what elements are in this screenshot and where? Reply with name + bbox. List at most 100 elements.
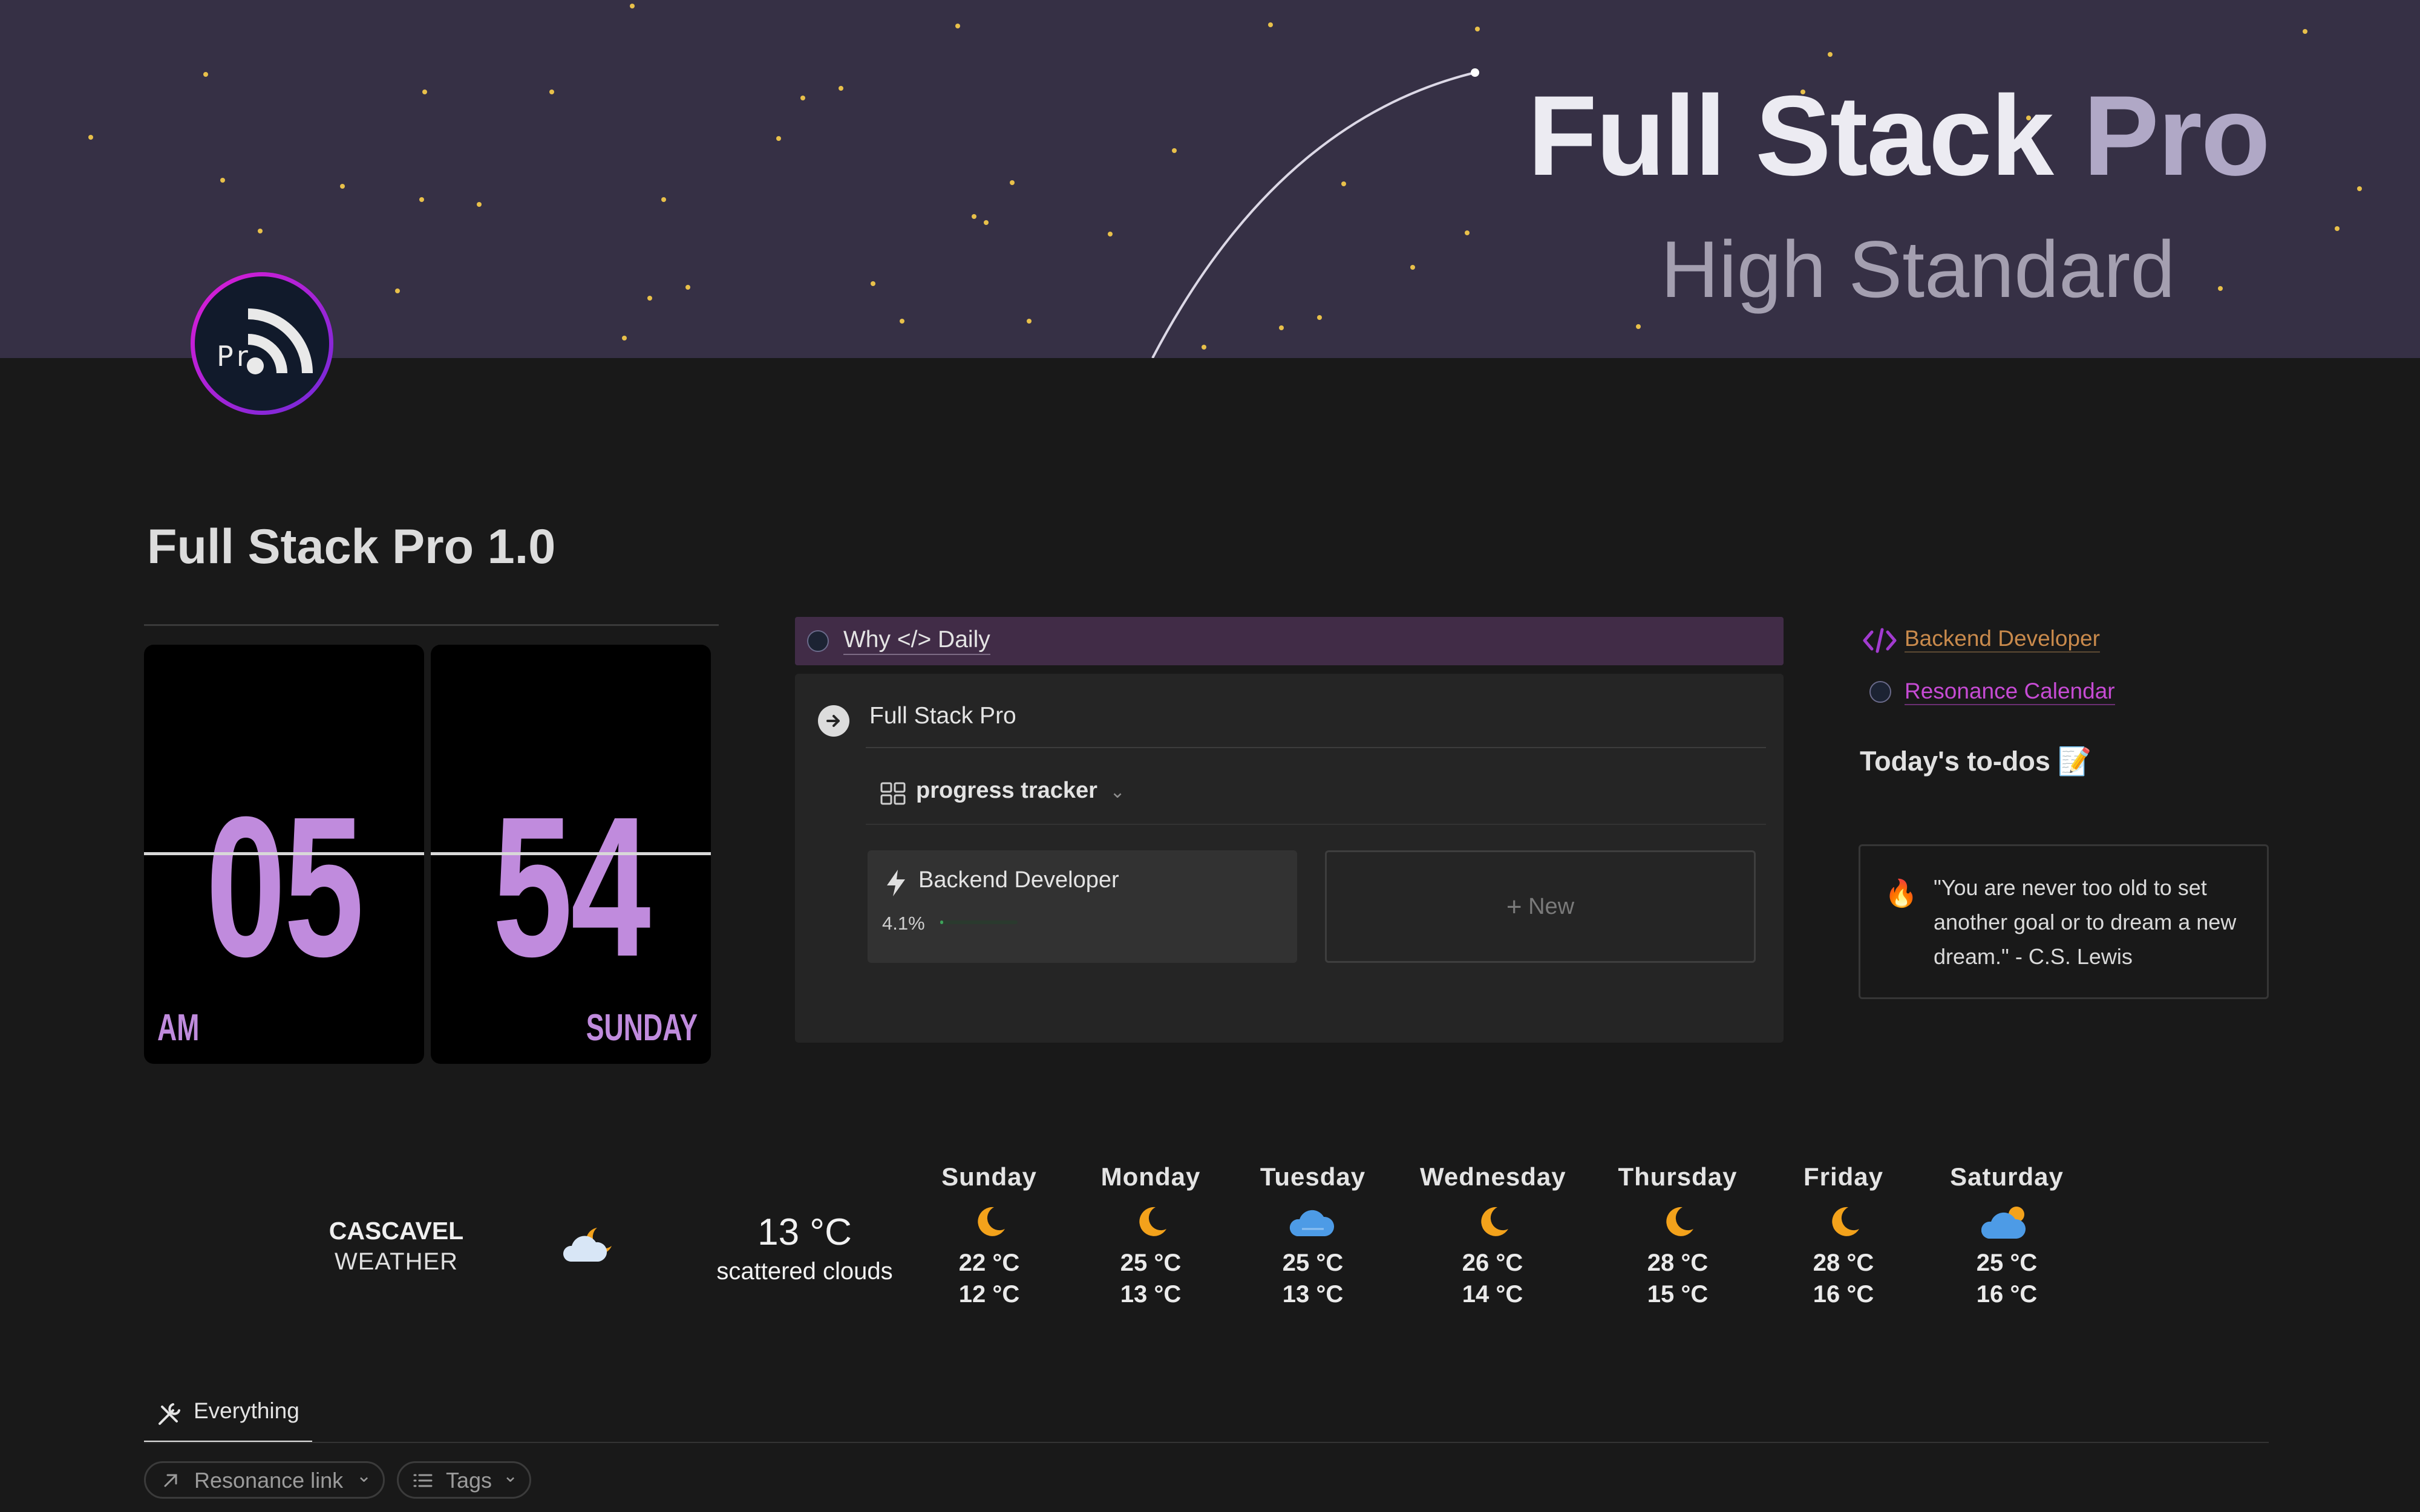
chevron-down-icon: ⌄ — [503, 1466, 518, 1486]
divider — [866, 824, 1766, 825]
database-source-title[interactable]: Full Stack Pro — [869, 703, 1016, 729]
linked-database-panel: Full Stack Pro progress tracker ⌄ Backen… — [795, 674, 1784, 1043]
forecast-day-name: Monday — [1100, 1162, 1201, 1191]
current-conditions: scattered clouds — [716, 1258, 893, 1285]
forecast-high: 22 °C — [958, 1250, 1020, 1276]
clock-meridiem: AM — [157, 1007, 200, 1049]
forecast-day: Saturday 25 °C 16 °C — [1934, 1162, 2079, 1310]
clock-minutes: 54 — [492, 775, 650, 998]
new-card-label: New — [1528, 894, 1575, 919]
quote-text: "You are never too old to set another go… — [1934, 875, 2237, 969]
cloud-icon — [1240, 1191, 1385, 1247]
clock-weekday: SUNDAY — [586, 1007, 698, 1049]
banner-subtitle: High Standard — [1661, 225, 2176, 314]
forecast-low: 16 °C — [1813, 1281, 1874, 1308]
divider — [866, 747, 1766, 748]
forecast-low: 12 °C — [958, 1281, 1020, 1308]
progress-fill — [940, 921, 944, 924]
forecast-day: Monday 25 °C 13 °C — [1078, 1162, 1223, 1310]
progress-bar — [940, 921, 1018, 924]
gallery-card[interactable]: Backend Developer 4.1% — [868, 850, 1297, 963]
filter-label: Tags — [446, 1468, 492, 1493]
quote-callout: 🔥 "You are never too old to set another … — [1859, 844, 2269, 999]
forecast-day: Wednesday 26 °C 14 °C — [1420, 1162, 1566, 1310]
forecast-day-name: Sunday — [941, 1162, 1037, 1191]
forecast-day-name: Friday — [1803, 1162, 1884, 1191]
bolt-icon — [887, 870, 905, 896]
flip-divider — [431, 852, 711, 855]
filter-tags[interactable]: Tags ⌄ — [397, 1461, 531, 1499]
moon-icon — [1420, 1191, 1565, 1247]
current-temperature: 13 °C — [757, 1211, 852, 1253]
tools-icon — [159, 1403, 180, 1425]
moon-icon — [1078, 1191, 1223, 1247]
cloud-moon-icon — [563, 1228, 612, 1262]
divider — [144, 1442, 2269, 1443]
moon-icon — [1771, 1191, 1916, 1247]
moon-icon — [1605, 1191, 1750, 1247]
page-title[interactable]: Full Stack Pro 1.0 — [147, 519, 555, 575]
new-card-button[interactable]: + New — [1325, 850, 1756, 963]
divider — [144, 624, 719, 626]
cover-banner: Full Stack Pro High Standard — [0, 0, 2420, 358]
page-icon-avatar[interactable]: Pr — [191, 272, 333, 415]
why-daily-link[interactable]: Why </> Daily — [795, 617, 1784, 665]
banner-title: Full Stack Pro — [1528, 79, 2271, 192]
rss-icon — [247, 308, 313, 374]
cloud-sun-icon — [1934, 1191, 2079, 1247]
forecast-high: 28 °C — [1647, 1250, 1709, 1276]
weather-city: CASCAVEL — [329, 1217, 464, 1245]
arrow-up-right-icon — [164, 1474, 177, 1487]
view-selector[interactable]: progress tracker ⌄ — [916, 778, 1125, 804]
tab-everything[interactable]: Everything — [144, 1385, 312, 1443]
card-title: Backend Developer — [918, 867, 1119, 893]
forecast-low: 14 °C — [1462, 1281, 1523, 1308]
resonance-calendar-link[interactable]: Resonance Calendar — [1905, 679, 2115, 705]
forecast-day-name: Wednesday — [1420, 1162, 1566, 1191]
forecast-day-name: Saturday — [1950, 1162, 2064, 1191]
forecast-day: Thursday 28 °C 15 °C — [1605, 1162, 1750, 1310]
filter-resonance-link[interactable]: Resonance link ⌄ — [144, 1461, 385, 1499]
forecast-low: 13 °C — [1282, 1281, 1344, 1308]
view-name: progress tracker — [916, 778, 1097, 803]
why-daily-label: Why </> Daily — [843, 627, 990, 655]
filter-label: Resonance link — [194, 1468, 344, 1493]
banner-title-main: Full Stack — [1528, 72, 2084, 199]
forecast-day: Friday 28 °C 16 °C — [1771, 1162, 1916, 1310]
resonance-logo-icon — [807, 630, 829, 652]
forecast-day: Sunday 22 °C 12 °C — [917, 1162, 1062, 1310]
fire-icon: 🔥 — [1885, 879, 1918, 908]
clock-hours-card: 05 AM — [144, 645, 424, 1064]
flip-divider — [144, 852, 424, 855]
forecast-day-name: Tuesday — [1260, 1162, 1366, 1191]
forecast-low: 16 °C — [1976, 1281, 2038, 1308]
moon-icon — [917, 1191, 1062, 1247]
resonance-logo-icon — [1869, 681, 1891, 703]
banner-title-accent: Pro — [2083, 72, 2270, 199]
gallery-view-icon — [880, 782, 906, 805]
forecast-day: Tuesday 25 °C 13 °C — [1240, 1162, 1385, 1310]
forecast-high: 25 °C — [1120, 1250, 1182, 1276]
shooting-star-trail — [1151, 71, 1476, 358]
forecast-day-name: Thursday — [1618, 1162, 1738, 1191]
clock-hours: 05 — [206, 775, 364, 998]
todos-heading: Today's to-dos 📝 — [1860, 746, 2092, 777]
list-icon — [413, 1474, 433, 1487]
shooting-star — [1471, 68, 1479, 77]
forecast-low: 13 °C — [1120, 1281, 1182, 1308]
plus-icon: + — [1506, 892, 1522, 922]
chevron-down-icon: ⌄ — [356, 1466, 372, 1486]
forecast-low: 15 °C — [1647, 1281, 1709, 1308]
weather-label: WEATHER — [334, 1248, 459, 1275]
progress-percent: 4.1% — [882, 913, 925, 934]
code-icon — [1863, 628, 1897, 653]
backend-developer-link[interactable]: Backend Developer — [1905, 626, 2100, 653]
chevron-down-icon: ⌄ — [1110, 782, 1125, 802]
forecast-high: 28 °C — [1813, 1250, 1874, 1276]
forecast-high: 25 °C — [1282, 1250, 1344, 1276]
tab-label: Everything — [194, 1398, 299, 1423]
clock-minutes-card: 54 SUNDAY — [431, 645, 711, 1064]
arrow-right-circle-icon[interactable] — [818, 705, 849, 737]
forecast-high: 26 °C — [1462, 1250, 1523, 1276]
forecast-high: 25 °C — [1976, 1250, 2038, 1276]
